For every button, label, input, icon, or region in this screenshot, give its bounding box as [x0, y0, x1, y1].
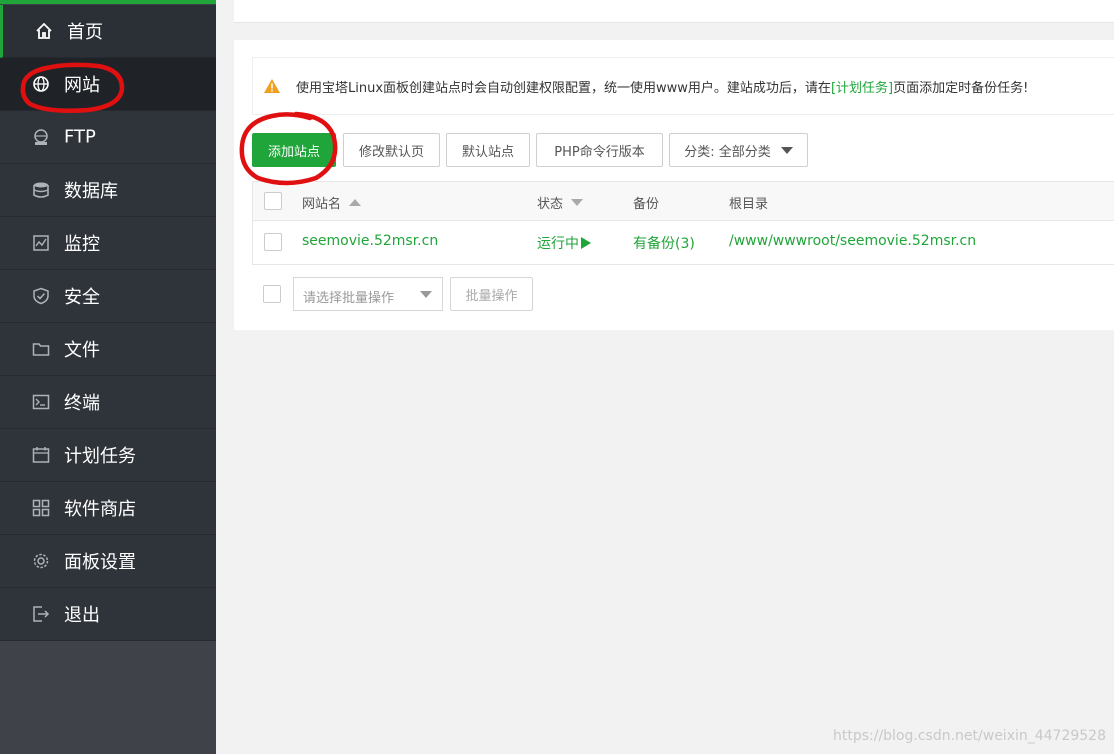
sidebar-item-cron[interactable]: 计划任务	[0, 429, 216, 482]
batch-select-placeholder: 请选择批量操作	[303, 291, 395, 306]
ftp-icon	[32, 128, 50, 146]
sidebar-item-label: 退出	[64, 605, 100, 626]
sidebar: 首页 网站 FTP 数据库 监控 安全 文件 终端 计划任务 软件商店 面板设置…	[0, 0, 216, 754]
play-icon	[581, 237, 591, 249]
notice-bar: 使用宝塔Linux面板创建站点时会自动创建权限配置，统一使用www用户。建站成功…	[252, 57, 1114, 115]
notice-text: 使用宝塔Linux面板创建站点时会自动创建权限配置，统一使用www用户。建站成功…	[296, 81, 1029, 96]
sidebar-item-terminal[interactable]: 终端	[0, 376, 216, 429]
monitor-icon	[32, 234, 50, 252]
column-header-root: 根目录	[729, 197, 769, 212]
default-site-button[interactable]: 默认站点	[446, 133, 530, 167]
row-checkbox[interactable]	[264, 233, 282, 251]
sites-table: 网站名 状态 备份 根目录 seemovie.52msr.cn 运行中 有备份(…	[252, 181, 1114, 265]
top-card	[234, 0, 1114, 23]
sidebar-item-label: 面板设置	[64, 552, 136, 573]
sidebar-item-database[interactable]: 数据库	[0, 164, 216, 217]
sidebar-item-label: 网站	[64, 75, 100, 96]
site-root-link[interactable]: /www/wwwroot/seemovie.52msr.cn	[729, 233, 976, 249]
website-panel: 使用宝塔Linux面板创建站点时会自动创建权限配置，统一使用www用户。建站成功…	[234, 40, 1114, 330]
terminal-icon	[32, 393, 50, 411]
sidebar-item-home[interactable]: 首页	[0, 5, 216, 58]
select-all-checkbox[interactable]	[264, 192, 282, 210]
sort-asc-icon	[349, 199, 362, 206]
category-dropdown-label: 分类: 全部分类	[684, 144, 771, 160]
sidebar-item-security[interactable]: 安全	[0, 270, 216, 323]
table-header: 网站名 状态 备份 根目录	[253, 182, 1114, 221]
sidebar-accent-strip	[0, 0, 216, 4]
logout-icon	[32, 605, 50, 623]
sidebar-item-app-store[interactable]: 软件商店	[0, 482, 216, 535]
add-site-button[interactable]: 添加站点	[252, 133, 336, 167]
gear-icon	[32, 552, 50, 570]
folder-icon	[32, 340, 50, 358]
globe-icon	[32, 75, 50, 93]
site-name-link[interactable]: seemovie.52msr.cn	[302, 233, 438, 249]
sidebar-item-website[interactable]: 网站	[0, 58, 216, 111]
site-status-toggle[interactable]: 运行中	[537, 233, 591, 253]
sidebar-item-label: 计划任务	[64, 446, 136, 467]
caret-down-icon	[780, 146, 793, 154]
watermark: https://blog.csdn.net/weixin_44729528	[832, 728, 1106, 744]
site-backup-link[interactable]: 有备份(3)	[633, 233, 695, 253]
sidebar-item-label: 数据库	[64, 181, 118, 202]
column-header-status[interactable]: 状态	[537, 193, 584, 212]
modify-default-page-button[interactable]: 修改默认页	[343, 133, 440, 167]
home-icon	[35, 22, 53, 40]
php-cli-version-button[interactable]: PHP命令行版本	[536, 133, 663, 167]
sidebar-item-files[interactable]: 文件	[0, 323, 216, 376]
sidebar-item-label: 终端	[64, 393, 100, 414]
sidebar-item-monitor[interactable]: 监控	[0, 217, 216, 270]
sidebar-item-label: 安全	[64, 287, 100, 308]
sidebar-item-label: FTP	[64, 126, 96, 148]
sidebar-item-logout[interactable]: 退出	[0, 588, 216, 641]
batch-select-checkbox[interactable]	[263, 285, 281, 303]
shield-icon	[32, 287, 50, 305]
sidebar-item-label: 软件商店	[64, 499, 136, 520]
caret-down-icon	[420, 291, 432, 298]
sidebar-item-settings[interactable]: 面板设置	[0, 535, 216, 588]
category-dropdown[interactable]: 分类: 全部分类	[669, 133, 808, 167]
sidebar-item-ftp[interactable]: FTP	[0, 111, 216, 164]
column-header-backup: 备份	[633, 197, 660, 212]
sidebar-item-label: 首页	[67, 22, 103, 43]
sidebar-item-label: 监控	[64, 234, 100, 255]
column-header-name[interactable]: 网站名	[302, 193, 362, 212]
database-icon	[32, 181, 50, 199]
apps-grid-icon	[32, 499, 50, 517]
batch-operation-select[interactable]: 请选择批量操作	[293, 277, 443, 311]
sort-desc-icon	[571, 199, 584, 206]
sidebar-item-label: 文件	[64, 340, 100, 361]
warning-icon	[263, 78, 281, 94]
batch-operation-button[interactable]: 批量操作	[450, 277, 533, 311]
cron-link[interactable]: [计划任务]	[831, 81, 893, 96]
calendar-icon	[32, 446, 50, 464]
